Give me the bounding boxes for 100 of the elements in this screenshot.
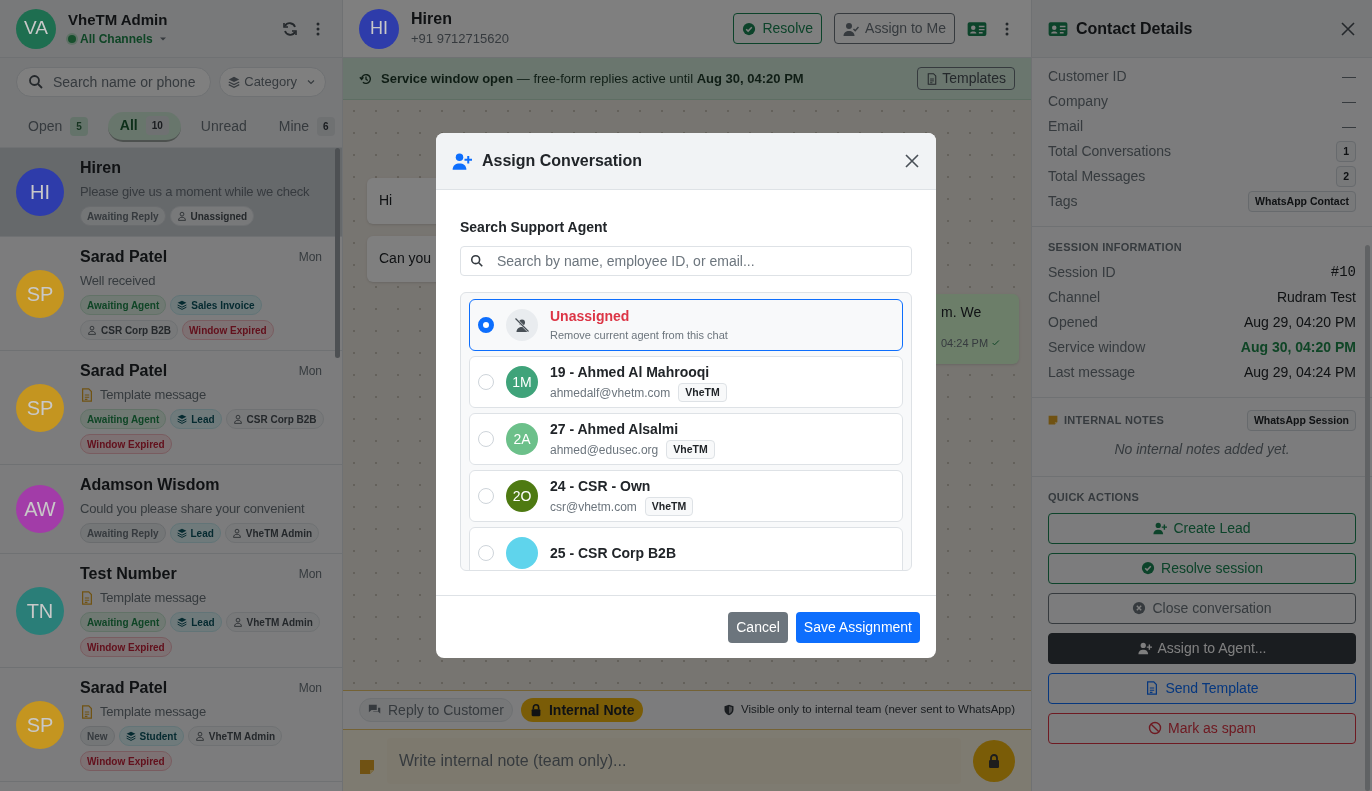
person-plus-icon [1137, 641, 1152, 656]
agent-search-field[interactable]: Search by name, employee ID, or email... [460, 246, 912, 276]
tag: Lead [170, 409, 222, 429]
refresh-icon[interactable] [282, 20, 298, 37]
agent-option[interactable]: Unassigned Remove current agent from this chat [469, 299, 903, 351]
avatar: TN [16, 586, 64, 635]
tag: VheTM Admin [187, 726, 283, 746]
contact-name: Hiren [411, 8, 453, 29]
send-note-button[interactable] [973, 739, 1015, 782]
value-badge: WhatsApp Contact [1248, 190, 1356, 213]
tag: VheTM Admin [224, 523, 320, 543]
field-value: — [1342, 67, 1356, 86]
assign-agent-button[interactable]: Assign to Agent... [1048, 632, 1356, 664]
search-field[interactable]: Search name or phone [16, 67, 212, 97]
agent-email: csr@vhetm.com [550, 498, 637, 516]
composer-panel[interactable]: Write internal note (team only)... [343, 730, 1031, 791]
mark-spam-button[interactable]: Mark as spam [1048, 712, 1356, 744]
filter-tab[interactable]: Open 5 [16, 111, 100, 142]
contact-name: Sarad Patel [80, 247, 168, 267]
timestamp: 04:24 PM [941, 336, 989, 351]
mode-tab[interactable]: Internal Note [520, 698, 643, 722]
banner-text: Service window open — free-form replies active until Aug 30, 04:20 PM [381, 69, 805, 88]
mode-tab[interactable]: Reply to Customer [359, 698, 513, 722]
assign-button[interactable]: Assign to Me [834, 13, 955, 44]
timestamp: Mon [298, 566, 322, 583]
message-preview: Template message [100, 703, 206, 721]
panel-title: Contact Details [1076, 18, 1194, 39]
field-label: Channel [1048, 287, 1101, 307]
check-circle-icon [742, 21, 757, 36]
section-heading: SESSION INFORMATION [1048, 240, 1183, 255]
create-lead-button[interactable]: Create Lead [1048, 512, 1356, 544]
avatar: VA [16, 8, 56, 49]
message-text: m. We [941, 303, 982, 322]
message-preview: Template message [100, 386, 206, 404]
count-badge: 6 [317, 117, 335, 136]
radio-button[interactable] [478, 317, 494, 333]
scrollbar[interactable] [335, 148, 340, 358]
field-label: Session ID [1048, 262, 1116, 282]
section-heading: INTERNAL NOTES [1064, 413, 1166, 429]
filter-tab[interactable]: All 10 [107, 111, 181, 142]
agent-option[interactable]: 2O 24 - CSR - Own csr@vhetm.com VheTM [469, 470, 903, 522]
person-icon [194, 731, 205, 741]
message-text: Hi [379, 192, 393, 208]
avatar: HI [359, 8, 399, 49]
field-label: Last message [1048, 362, 1136, 382]
person-icon [231, 528, 242, 538]
close-icon[interactable] [1340, 20, 1356, 37]
close-conversation-button[interactable]: Close conversation [1048, 592, 1356, 624]
tag: Window Expired [80, 637, 172, 657]
tag: CSR Corp B2B [225, 409, 324, 429]
layers-icon [177, 300, 188, 310]
tag: Window Expired [80, 434, 172, 454]
category-dropdown[interactable]: Category [219, 67, 326, 97]
agent-email: ahmedalf@vhetm.com [550, 384, 671, 402]
send-template-button[interactable]: Send Template [1048, 672, 1356, 704]
agent-option[interactable]: 1M 19 - Ahmed Al Mahrooqi ahmedalf@vhetm.com VheTM [469, 356, 903, 408]
modal-title: Assign Conversation [482, 151, 644, 171]
search-icon [470, 254, 484, 268]
resolve-button[interactable]: Resolve [733, 13, 823, 44]
lock-icon [986, 752, 1002, 769]
filter-tab[interactable]: Unread [188, 111, 259, 142]
agent-name: Unassigned [550, 307, 631, 327]
field-label: Opened [1048, 312, 1098, 332]
document-icon [80, 705, 94, 719]
scrollbar[interactable] [1365, 245, 1370, 791]
history-icon [359, 71, 373, 86]
x-circle-icon [1132, 601, 1147, 616]
person-check-icon [843, 20, 860, 37]
phone-number: +91 9712715620 [411, 29, 510, 48]
agent-option[interactable]: 2A 27 - Ahmed Alsalmi ahmed@edusec.org VheTM [469, 413, 903, 465]
channel-dropdown[interactable]: All Channels [68, 29, 270, 48]
field-value: Rudram Test [1276, 287, 1356, 307]
value-badge: 2 [1336, 165, 1356, 188]
tag: Awaiting Agent [80, 612, 167, 632]
sticky-note-icon [359, 758, 375, 775]
sticky-note-icon [1048, 415, 1058, 426]
avatar: SP [16, 700, 64, 749]
close-icon[interactable] [904, 153, 920, 169]
layers-icon [176, 528, 187, 538]
resolve-session-button[interactable]: Resolve session [1048, 552, 1356, 584]
timestamp: Mon [298, 249, 322, 266]
agent-option[interactable]: 25 - CSR Corp B2B [469, 527, 903, 570]
person-slash-icon [514, 317, 530, 333]
tag: Unassigned [169, 206, 255, 226]
contact-name: Hiren [80, 158, 121, 178]
count-badge: 5 [70, 117, 88, 136]
tag: CSR Corp B2B [80, 320, 178, 340]
agent-name: 19 - Ahmed Al Mahrooqi [550, 362, 711, 382]
timestamp: Mon [298, 363, 322, 380]
tag: Awaiting Reply [80, 523, 166, 543]
contact-name: Sarad Patel [80, 361, 168, 381]
tag: Awaiting Agent [80, 409, 167, 429]
cancel-button[interactable]: Cancel [728, 611, 788, 643]
agent-name: 25 - CSR Corp B2B [550, 543, 677, 563]
org-badge: VheTM [678, 382, 727, 403]
save-button[interactable]: Save Assignment [795, 611, 920, 643]
ban-icon [1148, 721, 1163, 736]
avatar: 2O [506, 480, 538, 512]
avatar: SP [16, 383, 64, 432]
templates-button[interactable]: Templates [917, 67, 1015, 90]
